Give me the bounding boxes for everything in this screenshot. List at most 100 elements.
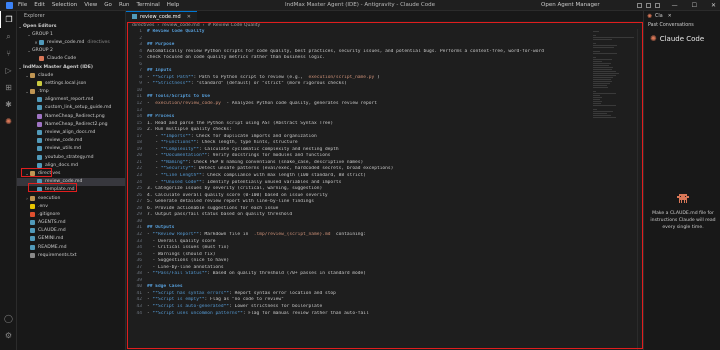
code-view[interactable]: 1 # Review Code Quality 2 3 ## Purpose 4 Autom…	[126, 29, 643, 317]
toggle-sidebar-icon[interactable]	[637, 2, 642, 8]
project-root[interactable]: ⌄ IndMax Master Agent (IDE)	[17, 63, 125, 71]
search-icon[interactable]: ⌕	[0, 28, 17, 45]
file-item[interactable]: GEMINI.md	[17, 235, 125, 243]
file-item[interactable]: review_utils.md	[17, 145, 125, 153]
code-token: ## Inputs	[147, 68, 172, 74]
code-token: **Review Report**	[152, 231, 200, 237]
file-item[interactable]: custom_link_setup_guide.md	[17, 104, 125, 112]
code-token: containing:	[333, 231, 367, 237]
close-panel-icon[interactable]: ✕	[668, 14, 672, 19]
breadcrumb-item[interactable]: directives	[132, 23, 154, 28]
past-conversations-link[interactable]: Past Conversations	[644, 21, 720, 30]
source-control-icon[interactable]: ⑂	[0, 45, 17, 62]
minimap[interactable]	[593, 31, 635, 118]
tree-item-label: .env	[38, 203, 48, 209]
file-item[interactable]: requirements.txt	[17, 251, 125, 259]
tree-item-label: NameCheap_Redirect2.png	[45, 121, 108, 127]
tab-review-code[interactable]: review_code.md ✕	[126, 11, 197, 21]
minimap-line	[593, 93, 616, 94]
explorer-icon[interactable]: ❐	[0, 11, 17, 28]
code-token: - Suggestions (nice to have)	[147, 258, 230, 264]
code-token: **Pass/Fail Status**	[152, 271, 208, 277]
file-item[interactable]: align_docs.md	[17, 161, 125, 169]
menu-edit[interactable]: Edit	[34, 2, 45, 8]
toggle-panel-icon[interactable]	[646, 2, 651, 8]
minimap-line	[593, 63, 611, 64]
md-file-icon	[37, 105, 42, 111]
open-agent-manager-button[interactable]: Open Agent Manager	[541, 2, 600, 8]
open-editors-section[interactable]: ⌄ Open Editors	[17, 22, 125, 30]
minimap-line	[593, 85, 607, 86]
code-token: - Overall quality score	[147, 238, 216, 244]
breadcrumb-item[interactable]: # Review Code Quality	[207, 23, 260, 28]
file-item[interactable]: review_code.md	[17, 177, 125, 186]
file-item[interactable]: NameCheap_Redirect.png	[17, 112, 125, 120]
menu-go[interactable]: Go	[104, 2, 112, 8]
file-item[interactable]: alignment_report.md	[17, 96, 125, 104]
open-editors-label: Open Editors	[23, 23, 57, 29]
tab-label: review_code.md	[140, 13, 181, 20]
menu-help[interactable]: Help	[167, 2, 180, 8]
file-item[interactable]: settings.local.json	[17, 79, 125, 87]
minimize-icon[interactable]: —	[672, 2, 678, 9]
file-item[interactable]: NameCheap_Redirect2.png	[17, 120, 125, 128]
code-token: : Lower strictness for boilerplate	[229, 303, 323, 309]
file-item[interactable]: .env	[17, 202, 125, 210]
breadcrumb: directives › review_code.md › # Review Code …	[126, 21, 643, 29]
open-editor-item[interactable]: Claude Code	[17, 55, 125, 63]
code-token: check focused on code quality metrics ra…	[147, 55, 325, 61]
minimap-line	[593, 73, 619, 74]
editor-tab-bar: review_code.md ✕	[126, 11, 643, 21]
open-editor-item[interactable]: ✕ review_code.md directives	[17, 38, 125, 46]
code-token: **Unused Code**	[160, 179, 202, 185]
folder-item[interactable]: ⌄ .tmp	[17, 88, 125, 96]
code-line[interactable]: 44- **Script uses uncommon patterns**: F…	[126, 311, 643, 318]
menu-file[interactable]: File	[18, 2, 27, 8]
menu-run[interactable]: Run	[119, 2, 130, 8]
folder-item[interactable]: › execution	[17, 194, 125, 202]
minimap-line	[593, 81, 612, 82]
file-item[interactable]: template.md	[17, 186, 125, 194]
claude-code-brand: ✺ Claude Code	[644, 34, 720, 43]
tree-item-label: claude	[38, 72, 54, 78]
code-token: `.tmp/review_{script_name}.md`	[251, 231, 334, 237]
code-token: **Complexity**	[160, 146, 200, 152]
breadcrumb-item[interactable]: review_code.md	[162, 23, 199, 28]
extensions-icon[interactable]: ⊞	[0, 79, 17, 96]
close-tab-icon[interactable]: ✕	[187, 14, 191, 20]
file-item[interactable]: youtube_strategy.md	[17, 153, 125, 161]
account-icon[interactable]: ◯	[0, 310, 17, 327]
menu-view[interactable]: View	[84, 2, 97, 8]
file-item[interactable]: review_code.md	[17, 137, 125, 145]
tree-item-label: youtube_strategy.md	[45, 154, 94, 160]
file-item[interactable]: review_align_docs.md	[17, 128, 125, 136]
folder-item[interactable]: ⌄ claude	[17, 71, 125, 79]
settings-gear-icon[interactable]: ⚙	[0, 327, 17, 344]
agent-icon[interactable]: ✱	[0, 96, 17, 113]
claude-icon[interactable]: ✺	[0, 113, 17, 130]
folder-icon	[30, 72, 35, 78]
toggle-secondary-sidebar-icon[interactable]	[655, 2, 660, 8]
code-token: # Review Code Quality	[147, 29, 205, 34]
tree-item-label: .gitignore	[38, 211, 60, 217]
panel-tab-label[interactable]: Cla	[655, 14, 663, 19]
menu-terminal[interactable]: Terminal	[136, 2, 159, 8]
file-item[interactable]: .gitignore	[17, 210, 125, 218]
minimap-line	[593, 115, 611, 116]
claude-code-panel: ✺ Cla ✕ Past Conversations ✺ Claude Code…	[643, 11, 720, 350]
run-debug-icon[interactable]: ▷	[0, 62, 17, 79]
maximize-icon[interactable]: ☐	[692, 2, 697, 9]
code-token: -	[147, 159, 161, 165]
close-icon[interactable]: ✕	[711, 2, 716, 9]
tree-item-label: review_code.md	[45, 179, 83, 185]
minimap-line	[593, 45, 617, 46]
file-item[interactable]: AGENTS.md	[17, 219, 125, 227]
file-item[interactable]: README.md	[17, 243, 125, 251]
menu-selection[interactable]: Selection	[52, 2, 77, 8]
file-item[interactable]: CLAUDE.md	[17, 227, 125, 235]
code-token: -	[147, 153, 161, 159]
code-token: 4. Calculate overall quality score (0-10…	[147, 192, 328, 198]
env-file-icon	[30, 203, 35, 209]
tree-item-label: review_utils.md	[45, 146, 81, 152]
folder-item[interactable]: ⌄ directives	[17, 169, 125, 177]
